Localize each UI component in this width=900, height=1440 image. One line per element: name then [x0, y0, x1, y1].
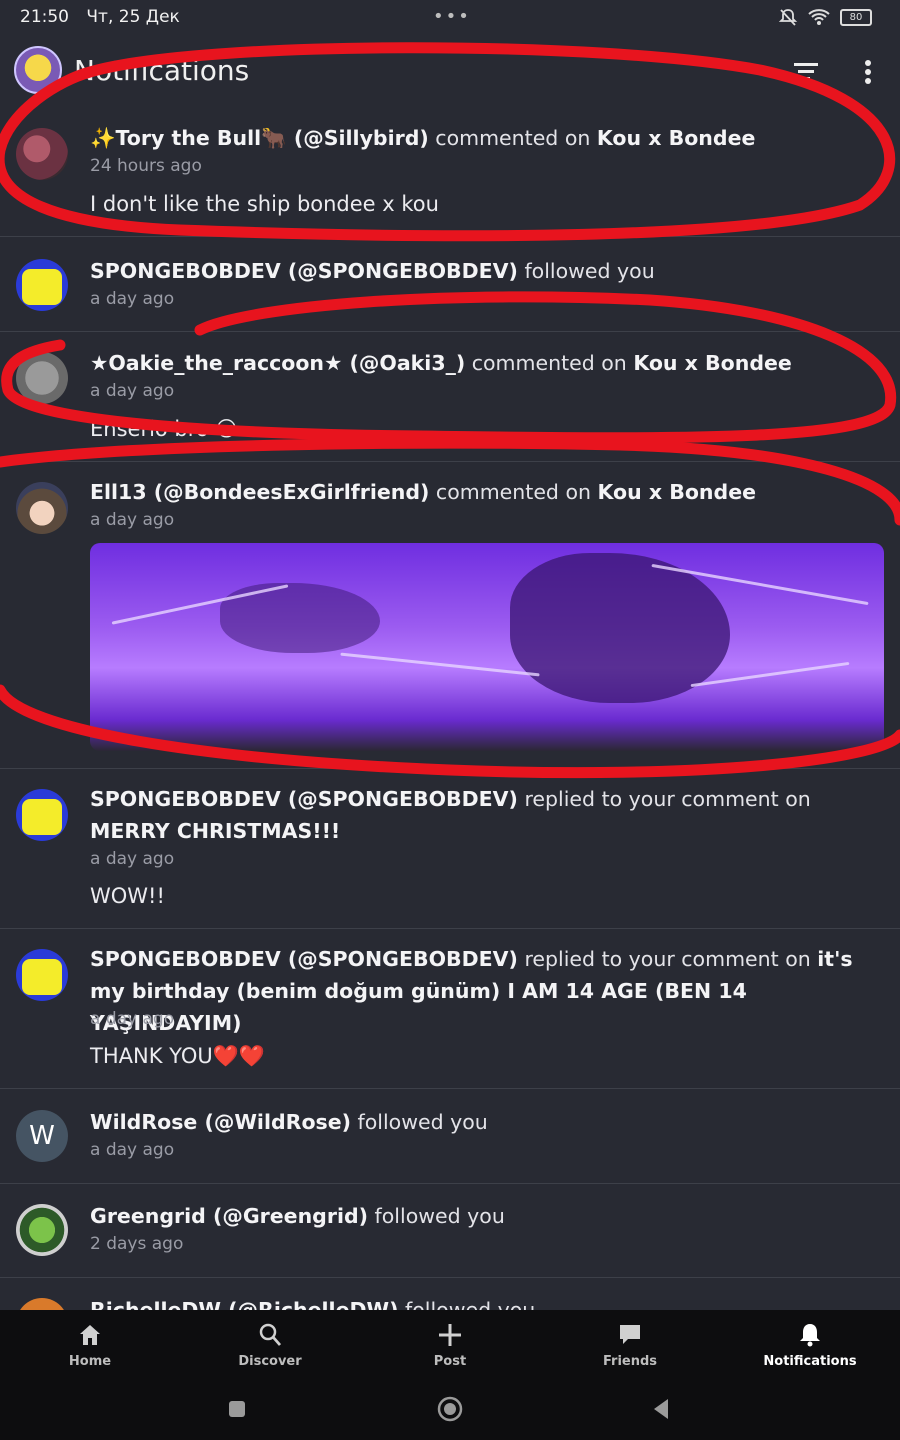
tab-discover[interactable]: Discover — [180, 1310, 360, 1382]
timestamp: 24 hours ago — [90, 156, 202, 176]
system-nav — [0, 1382, 900, 1440]
action-text: commented on — [429, 480, 598, 504]
timestamp: a day ago — [90, 289, 175, 309]
actor-name[interactable]: SPONGEBOBDEV (@SPONGEBOBDEV) — [90, 787, 518, 811]
avatar[interactable] — [16, 128, 68, 180]
notification-item[interactable]: RichelleDW (@RichelleDW) followed you — [0, 1278, 900, 1310]
notification-text: WildRose (@WildRose) followed you — [90, 1106, 860, 1138]
plus-icon — [439, 1324, 461, 1346]
actor-name[interactable]: SPONGEBOBDEV (@SPONGEBOBDEV) — [90, 259, 518, 283]
tab-friends[interactable]: Friends — [540, 1310, 720, 1382]
avatar[interactable] — [16, 949, 68, 1001]
avatar[interactable] — [16, 482, 68, 534]
comment-text: THANK YOU❤️❤️ — [90, 1044, 266, 1068]
actor-name[interactable]: Ell13 (@BondeesExGirlfriend) — [90, 480, 429, 504]
post-title[interactable]: Kou x Bondee — [633, 351, 792, 375]
notification-item[interactable]: SPONGEBOBDEV (@SPONGEBOBDEV) replied to … — [0, 769, 900, 929]
timestamp: a day ago — [90, 510, 175, 530]
tab-post[interactable]: Post — [360, 1310, 540, 1382]
status-time: 21:50 — [20, 7, 69, 27]
avatar[interactable]: W — [16, 1110, 68, 1162]
filter-icon[interactable] — [790, 58, 822, 86]
app-bar: Notifications — [0, 40, 900, 106]
avatar[interactable] — [16, 789, 68, 841]
actor-name[interactable]: ★Oakie_the_raccoon★ (@Oaki3_) — [90, 351, 465, 375]
status-icons: 80 — [778, 7, 872, 27]
status-bar: 21:50 Чт, 25 Дек ••• 80 — [0, 0, 900, 36]
home-button-icon[interactable] — [436, 1395, 464, 1423]
notification-text: RichelleDW (@RichelleDW) followed you — [90, 1294, 860, 1310]
search-icon — [259, 1323, 282, 1346]
notification-text: SPONGEBOBDEV (@SPONGEBOBDEV) replied to … — [90, 943, 860, 1039]
notification-item[interactable]: W WildRose (@WildRose) followed you a da… — [0, 1089, 900, 1184]
timestamp: 2 days ago — [90, 1234, 184, 1254]
profile-avatar[interactable] — [14, 46, 62, 94]
actor-name[interactable]: WildRose (@WildRose) — [90, 1110, 351, 1134]
bell-icon — [800, 1324, 820, 1347]
tab-label: Notifications — [763, 1354, 857, 1369]
notification-item[interactable]: Greengrid (@Greengrid) followed you 2 da… — [0, 1184, 900, 1278]
avatar[interactable] — [16, 1204, 68, 1256]
notification-text: ✨Tory the Bull🐂 (@Sillybird) commented o… — [90, 122, 860, 154]
notification-item[interactable]: ★Oakie_the_raccoon★ (@Oaki3_) commented … — [0, 332, 900, 462]
actor-name[interactable]: RichelleDW (@RichelleDW) — [90, 1298, 398, 1310]
status-dots: ••• — [433, 6, 471, 27]
back-icon[interactable] — [650, 1397, 672, 1421]
action-text: commented on — [428, 126, 597, 150]
page-title: Notifications — [74, 54, 250, 87]
notification-text: ★Oakie_the_raccoon★ (@Oaki3_) commented … — [90, 347, 860, 379]
timestamp: a day ago — [90, 1140, 175, 1160]
action-text: followed you — [517, 259, 655, 283]
timestamp: a day ago — [90, 381, 175, 401]
avatar[interactable] — [16, 259, 68, 311]
tab-home[interactable]: Home — [0, 1310, 180, 1382]
status-left: 21:50 Чт, 25 Дек — [20, 7, 192, 27]
action-text: followed you — [398, 1298, 536, 1310]
timestamp: a day ago — [90, 849, 175, 869]
more-vert-icon[interactable] — [856, 56, 880, 88]
actor-name[interactable]: Greengrid (@Greengrid) — [90, 1204, 368, 1228]
comment-text: Enserio bro 😑 — [90, 417, 238, 441]
notification-text: Greengrid (@Greengrid) followed you — [90, 1200, 860, 1232]
notification-text: SPONGEBOBDEV (@SPONGEBOBDEV) replied to … — [90, 783, 860, 847]
action-text: commented on — [465, 351, 634, 375]
post-title[interactable]: Kou x Bondee — [597, 126, 756, 150]
wifi-icon — [808, 9, 830, 25]
status-date: Чт, 25 Дек — [86, 7, 180, 27]
comment-image[interactable] — [90, 543, 884, 751]
comment-text: I don't like the ship bondee x kou — [90, 192, 439, 216]
tab-label: Discover — [238, 1354, 302, 1369]
tab-label: Friends — [602, 1354, 658, 1369]
action-text: replied to your comment on — [517, 787, 811, 811]
post-title[interactable]: MERRY CHRISTMAS!!! — [90, 819, 340, 843]
action-text: followed you — [368, 1204, 505, 1228]
notification-item[interactable]: SPONGEBOBDEV (@SPONGEBOBDEV) followed yo… — [0, 237, 900, 332]
mute-icon — [778, 9, 798, 26]
avatar[interactable] — [16, 352, 68, 404]
bottom-nav: Home Discover Post Friends Notifications — [0, 1310, 900, 1382]
notification-item[interactable]: SPONGEBOBDEV (@SPONGEBOBDEV) replied to … — [0, 929, 900, 1089]
notification-item[interactable]: ✨Tory the Bull🐂 (@Sillybird) commented o… — [0, 106, 900, 237]
notifications-list[interactable]: ✨Tory the Bull🐂 (@Sillybird) commented o… — [0, 106, 900, 1310]
timestamp: a day ago — [90, 1009, 175, 1029]
action-text: followed you — [351, 1110, 488, 1134]
actor-name[interactable]: ✨Tory the Bull🐂 (@Sillybird) — [90, 126, 429, 150]
battery-icon: 80 — [840, 8, 872, 26]
action-text: replied to your comment on — [517, 947, 818, 971]
chat-icon — [620, 1325, 640, 1344]
tab-label: Home — [68, 1354, 112, 1369]
recents-icon[interactable] — [226, 1398, 248, 1420]
home-icon — [80, 1325, 100, 1345]
notification-text: SPONGEBOBDEV (@SPONGEBOBDEV) followed yo… — [90, 255, 860, 287]
actor-name[interactable]: SPONGEBOBDEV (@SPONGEBOBDEV) — [90, 947, 518, 971]
comment-text: WOW!! — [90, 884, 165, 908]
post-title[interactable]: Kou x Bondee — [598, 480, 757, 504]
tab-label: Post — [433, 1354, 467, 1369]
notification-text: Ell13 (@BondeesExGirlfriend) commented o… — [90, 476, 860, 508]
tab-notifications[interactable]: Notifications — [720, 1310, 900, 1382]
avatar[interactable] — [16, 1298, 68, 1310]
